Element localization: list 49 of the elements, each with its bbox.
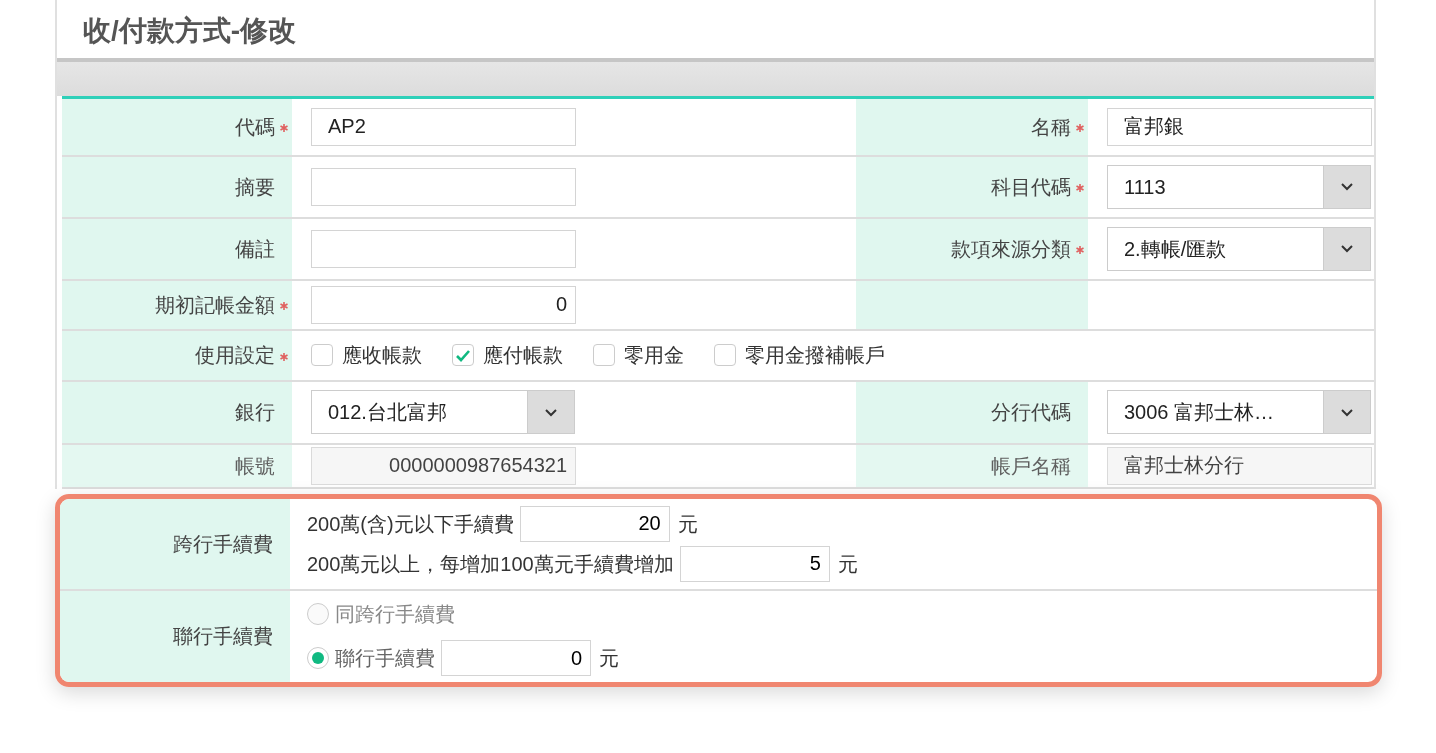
unit-label: 元 bbox=[599, 646, 619, 671]
unit-label: 元 bbox=[677, 511, 698, 537]
dropdown[interactable]: 3006 富邦士林… bbox=[1107, 390, 1371, 434]
number-field[interactable]: 0 bbox=[441, 640, 591, 676]
text-field[interactable]: AP2 bbox=[311, 107, 576, 146]
field-label: 使用設定 bbox=[195, 344, 275, 366]
checkbox-option[interactable]: 應收帳款 bbox=[311, 340, 422, 370]
field-label: 名稱 bbox=[1031, 115, 1071, 138]
fee-label: 200萬(含)元以下手續費 bbox=[307, 511, 514, 537]
dropdown[interactable]: 012.台北富邦 bbox=[311, 390, 575, 434]
field-label: 帳戶名稱 bbox=[991, 454, 1071, 477]
number-field[interactable]: 5 bbox=[679, 545, 830, 582]
dropdown[interactable]: 1113 bbox=[1107, 164, 1371, 209]
field-label: 摘要 bbox=[235, 175, 275, 198]
checkbox[interactable] bbox=[714, 344, 736, 366]
field-label: 期初記帳金額 bbox=[155, 293, 275, 316]
checkbox-option[interactable]: 應付帳款 bbox=[452, 340, 563, 370]
field-label: 代碼 bbox=[235, 115, 275, 138]
text-field[interactable]: 0000000987654321 bbox=[311, 446, 576, 485]
dropdown[interactable]: 2.轉帳/匯款 bbox=[1107, 226, 1371, 271]
chevron-down-icon bbox=[544, 407, 558, 417]
field-label: 跨行手續費 bbox=[173, 531, 273, 557]
field-label: 科目代碼 bbox=[991, 175, 1071, 198]
radio-option[interactable]: 聯行手續費 bbox=[307, 643, 435, 673]
field-label: 銀行 bbox=[235, 401, 275, 423]
chevron-down-icon bbox=[1340, 407, 1354, 417]
checkbox[interactable] bbox=[593, 344, 615, 366]
text-field[interactable]: 富邦士林分行 bbox=[1107, 446, 1372, 485]
number-field[interactable]: 20 bbox=[519, 505, 670, 542]
chevron-down-icon bbox=[1340, 244, 1354, 253]
text-field[interactable]: 0 bbox=[311, 285, 576, 324]
checkbox-option[interactable]: 零用金撥補帳戶 bbox=[714, 340, 885, 370]
checkbox[interactable] bbox=[311, 344, 333, 366]
chevron-down-icon bbox=[1340, 182, 1354, 191]
field-label: 分行代碼 bbox=[991, 401, 1071, 423]
checkmark-icon bbox=[455, 348, 471, 362]
field-label: 聯行手續費 bbox=[173, 624, 273, 649]
field-label: 款項來源分類 bbox=[951, 237, 1071, 260]
radio-option[interactable]: 同跨行手續費 bbox=[307, 599, 455, 629]
fee-label: 200萬元以上，每增加100萬元手續費增加 bbox=[307, 551, 674, 577]
checkbox[interactable] bbox=[452, 344, 474, 366]
text-field[interactable] bbox=[311, 229, 576, 268]
checkbox-option[interactable]: 零用金 bbox=[593, 340, 684, 370]
text-field[interactable]: 富邦銀 bbox=[1107, 107, 1372, 146]
radio-button[interactable] bbox=[307, 603, 329, 625]
text-field[interactable] bbox=[311, 167, 576, 206]
field-label: 帳號 bbox=[235, 454, 275, 477]
unit-label: 元 bbox=[837, 551, 858, 577]
field-label: 備註 bbox=[235, 237, 275, 260]
